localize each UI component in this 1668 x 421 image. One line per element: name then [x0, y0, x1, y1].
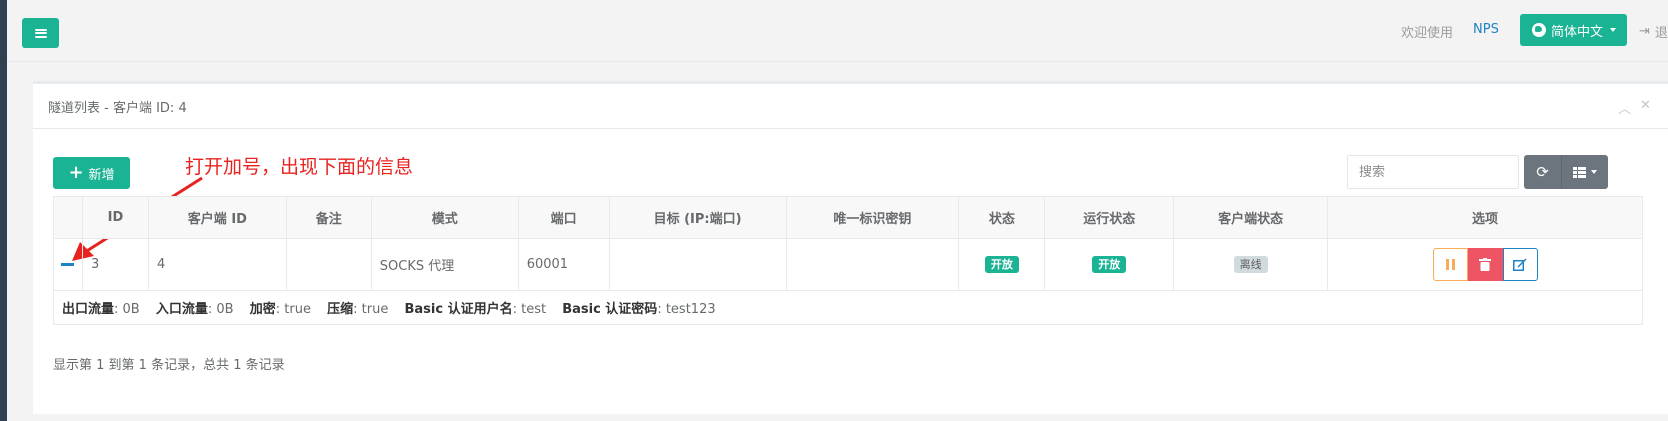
cell-client-status: 离线	[1173, 238, 1329, 291]
pause-button[interactable]	[1432, 248, 1468, 281]
detail-in-traffic: 入口流量: 0B	[155, 302, 234, 317]
edit-button[interactable]	[1502, 248, 1538, 281]
trash-icon	[1479, 258, 1492, 271]
header-expand	[53, 196, 83, 239]
detail-basic-user: Basic 认证用户名: test	[404, 302, 547, 317]
cell-mode: SOCKS 代理	[370, 238, 519, 291]
cell-status: 开放	[958, 238, 1046, 291]
header-client-status[interactable]: 客户端状态	[1173, 196, 1329, 239]
chevron-up-icon[interactable]: ︿	[1618, 98, 1631, 117]
detail-row: 出口流量: 0B 入口流量: 0B 加密: true 压缩: true Basi…	[53, 290, 1643, 325]
menu-toggle-button[interactable]	[22, 18, 59, 48]
language-label: 简体中文	[1551, 24, 1604, 40]
columns-toggle-button[interactable]	[1562, 155, 1608, 189]
table-header-row: ID 客户端 ID 备注 模式 端口 目标 (IP:端口) 唯一标识密钥 状态 …	[53, 196, 1643, 239]
globe-icon	[1532, 23, 1546, 37]
top-navbar: 欢迎使用 NPS 简体中文 ⇥ 退出	[7, 0, 1668, 62]
header-client-id[interactable]: 客户端 ID	[147, 196, 287, 239]
tunnel-list-panel: 隧道列表 - 客户端 ID: 4 ︿ ✕ + 新增 打开加号，出现下面的信息 ⟳	[33, 81, 1668, 414]
header-mode[interactable]: 模式	[370, 196, 519, 239]
header-status[interactable]: 状态	[958, 196, 1046, 239]
detail-out-traffic: 出口流量: 0B	[62, 302, 140, 317]
detail-cell: 出口流量: 0B 入口流量: 0B 加密: true 压缩: true Basi…	[53, 290, 1643, 325]
edit-icon	[1513, 258, 1527, 271]
status-badge: 开放	[984, 256, 1019, 273]
detail-compress: 压缩: true	[327, 302, 389, 317]
header-key[interactable]: 唯一标识密钥	[785, 196, 960, 239]
welcome-text: 欢迎使用	[1401, 26, 1454, 41]
row-actions	[1432, 248, 1538, 281]
client-status-badge: 离线	[1233, 256, 1268, 273]
detail-basic-pass: Basic 认证密码: test123	[562, 302, 716, 317]
caret-down-icon	[1591, 170, 1597, 174]
cell-client-id: 4	[147, 238, 287, 291]
tunnel-table: ID 客户端 ID 备注 模式 端口 目标 (IP:端口) 唯一标识密钥 状态 …	[53, 196, 1643, 325]
expand-cell[interactable]	[53, 238, 83, 291]
cell-options	[1327, 238, 1643, 291]
delete-button[interactable]	[1467, 248, 1503, 281]
logout-label: 退出	[1654, 26, 1668, 41]
app-name-link[interactable]: NPS	[1473, 22, 1499, 37]
list-columns-icon	[1573, 166, 1586, 178]
close-icon[interactable]: ✕	[1640, 98, 1651, 117]
hamburger-icon	[34, 28, 47, 38]
pagination-summary: 显示第 1 到第 1 条记录，总共 1 条记录	[53, 358, 285, 373]
search-input[interactable]	[1347, 155, 1519, 189]
pause-icon	[1445, 259, 1455, 270]
logout-link[interactable]: ⇥ 退出	[1639, 22, 1668, 41]
cell-port: 60001	[517, 238, 610, 291]
header-target[interactable]: 目标 (IP:端口)	[608, 196, 787, 239]
sign-out-icon: ⇥	[1639, 24, 1650, 39]
refresh-button[interactable]: ⟳	[1524, 155, 1562, 189]
run-status-badge: 开放	[1092, 256, 1127, 273]
table-tools: ⟳	[1524, 155, 1608, 189]
detail-encrypt: 加密: true	[249, 302, 311, 317]
table-row: 3 4 SOCKS 代理 60001 开放 开放 离线	[53, 238, 1643, 291]
cell-remark	[285, 238, 372, 291]
sidebar-edge	[0, 0, 7, 421]
header-port[interactable]: 端口	[517, 196, 610, 239]
header-run-status[interactable]: 运行状态	[1044, 196, 1175, 239]
cell-run-status: 开放	[1044, 238, 1175, 291]
panel-tools: ︿ ✕	[1618, 98, 1651, 117]
cell-key	[785, 238, 960, 291]
annotation-text: 打开加号，出现下面的信息	[185, 156, 414, 178]
panel-title: 隧道列表 - 客户端 ID: 4	[33, 84, 1668, 129]
cell-id: 3	[81, 238, 149, 291]
refresh-icon: ⟳	[1536, 163, 1549, 181]
header-id[interactable]: ID	[81, 196, 149, 239]
header-remark[interactable]: 备注	[285, 196, 372, 239]
language-dropdown[interactable]: 简体中文	[1520, 14, 1627, 46]
collapse-minus-icon[interactable]	[61, 263, 75, 266]
caret-down-icon	[1610, 28, 1617, 32]
header-options: 选项	[1327, 196, 1643, 239]
cell-target	[608, 238, 787, 291]
